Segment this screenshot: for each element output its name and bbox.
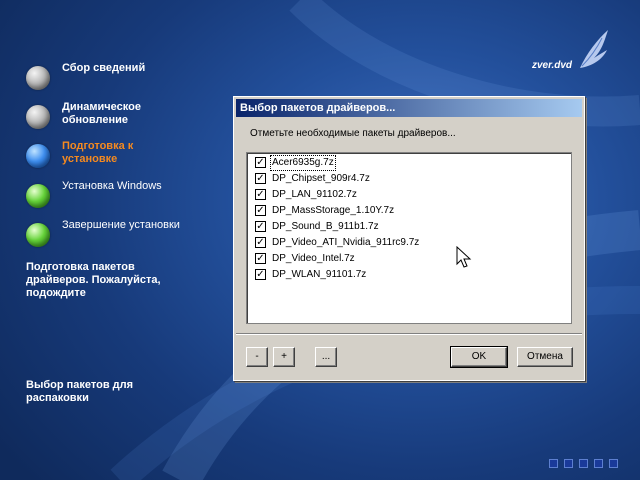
checkbox[interactable]: ✓: [255, 253, 266, 264]
package-name: DP_Video_Intel.7z: [272, 253, 355, 264]
list-item[interactable]: ✓ DP_Sound_B_911b1.7z: [253, 219, 569, 235]
package-name: DP_Sound_B_911b1.7z: [272, 221, 379, 232]
list-item[interactable]: ✓ DP_MassStorage_1.10Y.7z: [253, 203, 569, 219]
step-orb-icon: [26, 223, 50, 247]
package-name: DP_Chipset_909r4.7z: [272, 173, 370, 184]
step-orb-icon: [26, 66, 50, 90]
package-name: DP_Video_ATI_Nvidia_911rc9.7z: [272, 237, 420, 248]
progress-square: [549, 459, 558, 468]
list-item[interactable]: ✓ DP_Chipset_909r4.7z: [253, 171, 569, 187]
step-dynamic-update: Динамическое обновление: [26, 101, 206, 133]
package-name: DP_MassStorage_1.10Y.7z: [272, 205, 395, 216]
step-orb-icon: [26, 184, 50, 208]
zver-dvd-logo: zver.dvd: [532, 28, 612, 83]
package-list[interactable]: ✓ Acer6935g.7z ✓ DP_Chipset_909r4.7z ✓ D…: [246, 152, 572, 324]
step-finish-install: Завершение установки: [26, 219, 206, 251]
progress-square: [564, 459, 573, 468]
checkbox[interactable]: ✓: [255, 237, 266, 248]
progress-square: [609, 459, 618, 468]
remove-button[interactable]: -: [246, 347, 268, 367]
step-orb-icon: [26, 105, 50, 129]
step-label: Подготовка к установке: [62, 140, 134, 165]
checkbox[interactable]: ✓: [255, 173, 266, 184]
checkbox[interactable]: ✓: [255, 157, 266, 168]
cancel-button[interactable]: Отмена: [517, 347, 573, 367]
package-name: Acer6935g.7z: [270, 155, 336, 171]
checkbox[interactable]: ✓: [255, 269, 266, 280]
wing-icon: [580, 30, 608, 68]
package-name: DP_WLAN_91101.7z: [272, 269, 367, 280]
list-item[interactable]: ✓ DP_WLAN_91101.7z: [253, 267, 569, 283]
dialog-divider: [236, 333, 582, 335]
checkbox[interactable]: ✓: [255, 205, 266, 216]
progress-square: [579, 459, 588, 468]
status-bottom-message: Выбор пакетов для распаковки: [26, 379, 134, 404]
step-label: Сбор сведений: [62, 62, 146, 74]
checkbox[interactable]: ✓: [255, 221, 266, 232]
checkbox[interactable]: ✓: [255, 189, 266, 200]
dialog-instruction: Отметьте необходимые пакеты драйверов...: [250, 128, 456, 139]
ok-button[interactable]: OK: [450, 346, 508, 368]
step-orb-icon: [26, 144, 50, 168]
mouse-cursor-icon: [456, 246, 472, 268]
step-collect-info: Сбор сведений: [26, 62, 206, 94]
dialog-title[interactable]: Выбор пакетов драйверов...: [236, 99, 582, 117]
logo-text: zver.dvd: [532, 60, 573, 71]
list-item[interactable]: ✓ DP_LAN_91102.7z: [253, 187, 569, 203]
step-label: Динамическое обновление: [62, 101, 141, 126]
package-name: DP_LAN_91102.7z: [272, 189, 357, 200]
add-button[interactable]: +: [273, 347, 295, 367]
status-message: Подготовка пакетов драйверов. Пожалуйста…: [26, 261, 161, 299]
browse-button[interactable]: ...: [315, 347, 337, 367]
driver-packages-dialog: Выбор пакетов драйверов... Отметьте необ…: [233, 96, 585, 381]
step-label: Завершение установки: [62, 219, 180, 231]
list-item[interactable]: ✓ DP_Video_ATI_Nvidia_911rc9.7z: [253, 235, 569, 251]
progress-indicator: [549, 459, 618, 468]
step-install-windows: Установка Windows: [26, 180, 206, 212]
list-item[interactable]: ✓ DP_Video_Intel.7z: [253, 251, 569, 267]
step-prepare-install: Подготовка к установке: [26, 140, 206, 172]
list-item[interactable]: ✓ Acer6935g.7z: [253, 155, 569, 171]
step-label: Установка Windows: [62, 180, 162, 192]
progress-square: [594, 459, 603, 468]
